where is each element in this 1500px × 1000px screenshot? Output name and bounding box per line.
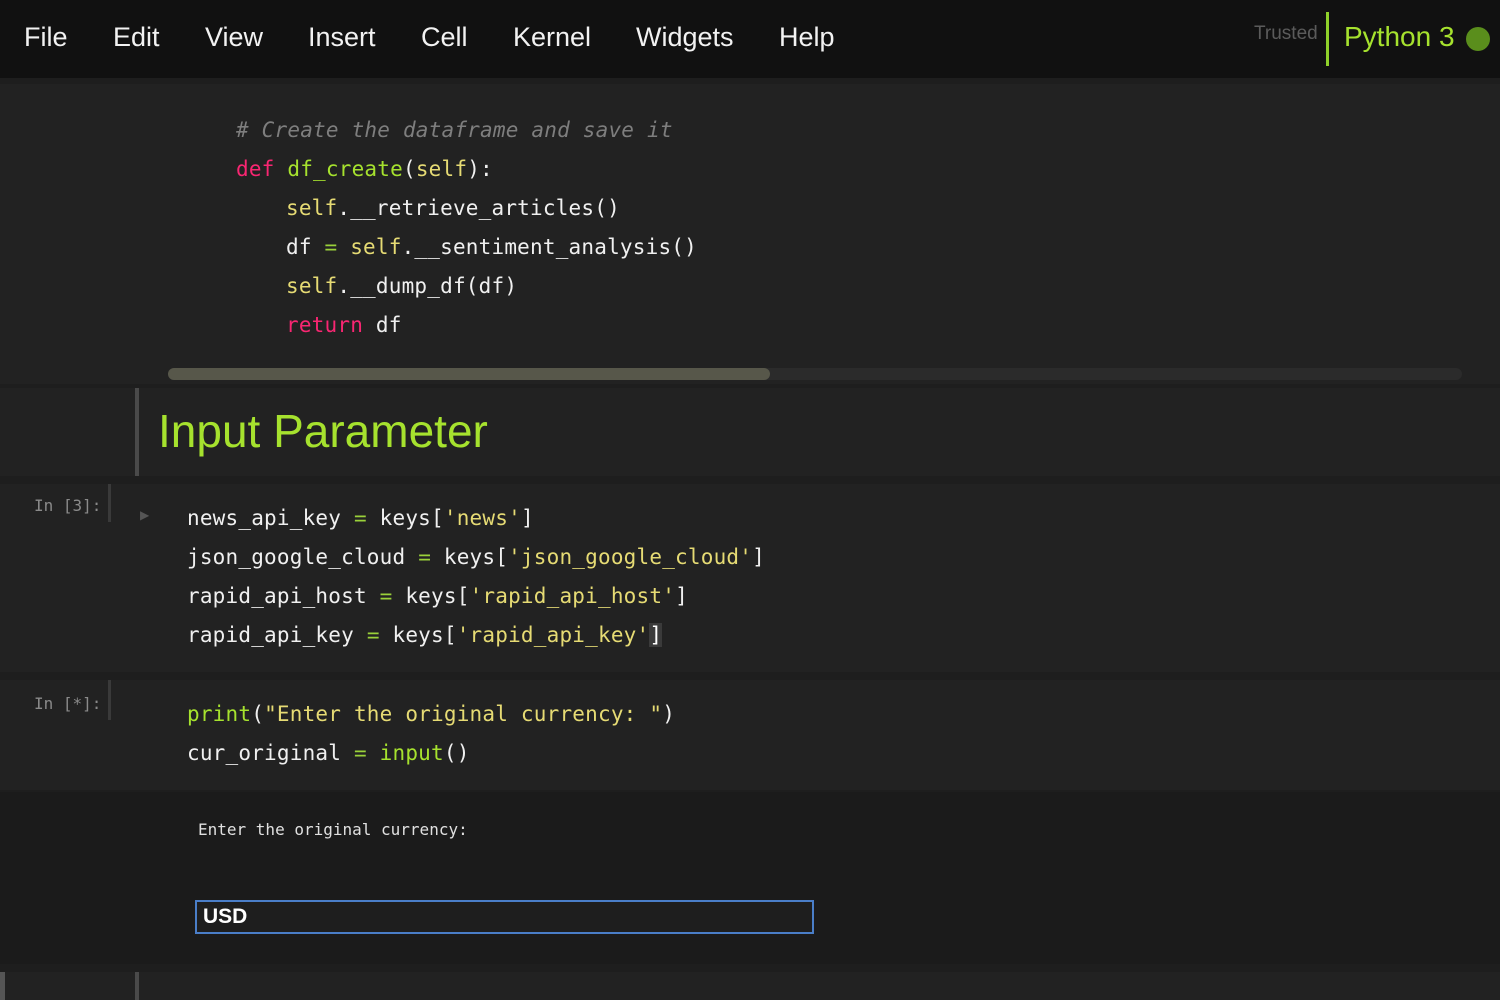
markdown-cell-bar — [135, 388, 139, 476]
self-ref: self — [286, 274, 338, 298]
bracket-close: ] — [649, 623, 663, 647]
code-line-return: return df — [286, 313, 402, 337]
builtin-print: print — [187, 702, 252, 726]
operator-eq: = — [366, 623, 380, 647]
cell-prompt: In [3]: — [34, 496, 102, 515]
keyword-def: def — [236, 157, 275, 181]
menu-insert[interactable]: Insert — [308, 22, 376, 53]
menu-kernel[interactable]: Kernel — [513, 22, 591, 53]
code-line-comment: # Create the dataframe and save it — [236, 118, 673, 142]
code-line-json-cloud: json_google_cloud = keys['json_google_cl… — [187, 545, 765, 569]
menu-file[interactable]: File — [24, 22, 68, 53]
operator-eq: = — [353, 506, 367, 530]
menu-widgets[interactable]: Widgets — [636, 22, 734, 53]
output-prompt-text: Enter the original currency: — [198, 820, 468, 839]
code-line-news-key: news_api_key = keys['news'] — [187, 506, 534, 530]
next-cell[interactable] — [0, 972, 1500, 1000]
code-cell-currency-input[interactable] — [0, 680, 1500, 790]
code-line-input: cur_original = input() — [187, 741, 470, 765]
var-name: cur_original — [187, 741, 342, 765]
menu-help[interactable]: Help — [779, 22, 835, 53]
cell-prompt: In [*]: — [34, 694, 102, 713]
var-df: df — [286, 235, 312, 259]
var-name: json_google_cloud — [187, 545, 406, 569]
bracket-close: ] — [752, 545, 765, 569]
keys-access: keys[ — [405, 584, 470, 608]
kernel-divider — [1326, 12, 1329, 66]
code-line-rapid-host: rapid_api_host = keys['rapid_api_host'] — [187, 584, 688, 608]
menu-bar: File Edit View Insert Cell Kernel Widget… — [0, 0, 1500, 78]
string-literal: 'json_google_cloud' — [508, 545, 753, 569]
operator-eq: = — [379, 584, 393, 608]
code-line-print: print("Enter the original currency: ") — [187, 702, 676, 726]
return-value: df — [375, 313, 402, 337]
bracket-close: ] — [520, 506, 534, 530]
kernel-status-icon — [1466, 27, 1490, 51]
code-line-retrieve: self.__retrieve_articles() — [286, 196, 620, 220]
method-call: .__dump_df(df) — [337, 274, 518, 298]
keys-access: keys[ — [392, 623, 457, 647]
string-literal: 'news' — [443, 506, 521, 530]
code-line-sentiment: df = self.__sentiment_analysis() — [286, 235, 697, 259]
stdin-input-field[interactable] — [195, 900, 814, 934]
next-cell-bar — [135, 972, 139, 1000]
builtin-input: input — [379, 741, 444, 765]
menu-edit[interactable]: Edit — [113, 22, 160, 53]
code-cell-df-create[interactable] — [0, 84, 1500, 384]
operator-eq: = — [353, 741, 367, 765]
method-call: .__sentiment_analysis() — [401, 235, 697, 259]
keys-access: keys[ — [443, 545, 509, 569]
run-icon[interactable]: ▶ — [140, 508, 149, 522]
cell-prompt-bar — [108, 680, 111, 720]
string-literal: "Enter the original currency: " — [264, 702, 663, 726]
menu-view[interactable]: View — [205, 22, 263, 53]
menu-cell[interactable]: Cell — [421, 22, 468, 53]
code-line-def: def df_create(self): — [236, 157, 493, 181]
page-left-edge — [0, 972, 5, 1000]
code-line-rapid-key: rapid_api_key = keys['rapid_api_key'] — [187, 623, 663, 647]
horizontal-scrollbar-thumb[interactable] — [168, 368, 770, 380]
self-param: self — [415, 157, 468, 181]
markdown-heading: Input Parameter — [158, 405, 488, 457]
cell-prompt-bar — [108, 484, 111, 522]
var-name: rapid_api_key — [187, 623, 354, 647]
method-call: .__retrieve_articles() — [337, 196, 620, 220]
call-parens: () — [443, 741, 470, 765]
operator-eq: = — [418, 545, 432, 569]
var-name: news_api_key — [187, 506, 342, 530]
string-literal: 'rapid_api_host' — [469, 584, 676, 608]
trusted-indicator[interactable]: Trusted — [1254, 23, 1318, 45]
operator-eq: = — [324, 235, 338, 259]
var-name: rapid_api_host — [187, 584, 367, 608]
keys-access: keys[ — [379, 506, 444, 530]
cell-output-area — [0, 792, 1500, 964]
string-literal: 'rapid_api_key' — [456, 623, 650, 647]
self-ref: self — [350, 235, 402, 259]
bracket-close: ] — [675, 584, 688, 608]
code-comment: # Create the dataframe and save it — [236, 118, 673, 142]
kernel-name[interactable]: Python 3 — [1344, 21, 1455, 53]
code-line-dump: self.__dump_df(df) — [286, 274, 517, 298]
function-name: df_create — [287, 157, 403, 181]
keyword-return: return — [286, 313, 364, 337]
self-ref: self — [286, 196, 338, 220]
